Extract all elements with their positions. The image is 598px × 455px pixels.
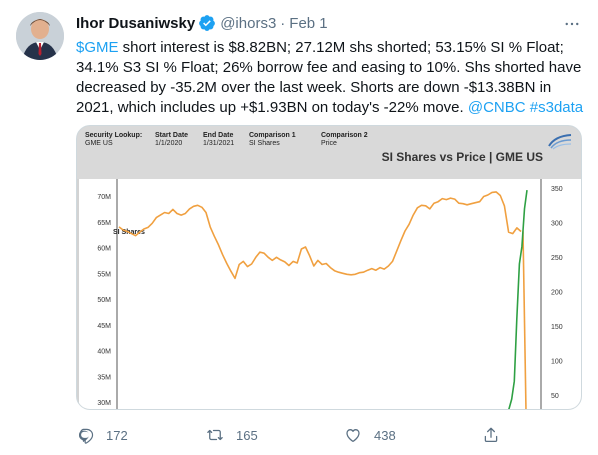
y-left-tick-label: 30M bbox=[97, 400, 111, 407]
lookup-start-date: Start Date 1/1/2020 bbox=[155, 132, 188, 148]
lookup-value: 1/31/2021 bbox=[203, 140, 235, 147]
si-shares-line bbox=[118, 191, 522, 280]
chart-title: SI Shares vs Price | GME US bbox=[381, 150, 543, 164]
mention-link[interactable]: @CNBC bbox=[468, 99, 526, 116]
price-line bbox=[508, 189, 528, 409]
si-shares-drop-line bbox=[522, 231, 527, 409]
y-right-tick-label: 200 bbox=[551, 290, 563, 297]
lookup-value: SI Shares bbox=[249, 140, 280, 147]
lookup-header: Start Date bbox=[155, 132, 189, 139]
lookup-value: Price bbox=[321, 140, 337, 147]
retweet-button[interactable]: 165 bbox=[206, 422, 258, 448]
chart-lookup-bar: Security Lookup: GME US Start Date 1/1/2… bbox=[77, 126, 581, 179]
y-left-tick-label: 65M bbox=[97, 220, 111, 227]
y-right-tick-label: 250 bbox=[551, 255, 563, 262]
tweet-text: $GME short interest is $8.82BN; 27.12M s… bbox=[76, 38, 588, 118]
y-left-tick-label: 50M bbox=[97, 297, 111, 304]
hashtag-link[interactable]: #s3data bbox=[530, 99, 583, 116]
share-button[interactable] bbox=[482, 422, 512, 448]
tweet-date[interactable]: Feb 1 bbox=[289, 15, 327, 32]
retweet-icon bbox=[207, 429, 223, 441]
chart-plot: 70M 65M 60M 55M 50M 45M 40M 35M 30M 350 300 250 200 1… bbox=[79, 179, 581, 409]
lookup-header: End Date bbox=[203, 132, 234, 139]
like-count: 438 bbox=[374, 427, 396, 443]
lookup-header: Security Lookup: bbox=[85, 132, 143, 139]
author-handle[interactable]: @ihors3 bbox=[220, 15, 276, 32]
reply-button[interactable]: 172 bbox=[76, 422, 128, 448]
lookup-security: Security Lookup: GME US bbox=[85, 132, 142, 148]
like-button[interactable]: 438 bbox=[344, 422, 396, 448]
author-name[interactable]: Ihor Dusaniwsky bbox=[76, 15, 195, 32]
tweet-media-image[interactable]: Security Lookup: GME US Start Date 1/1/2… bbox=[76, 125, 582, 410]
tweet-header: Ihor Dusaniwsky @ihors3 · Feb 1 bbox=[76, 12, 328, 34]
lookup-comparison-2: Comparison 2 Price bbox=[321, 132, 368, 148]
share-icon bbox=[484, 427, 498, 443]
cashtag-link[interactable]: $GME bbox=[76, 39, 119, 56]
lookup-header: Comparison 2 bbox=[321, 132, 368, 139]
y-right-tick-label: 50 bbox=[551, 393, 559, 400]
like-icon bbox=[346, 429, 360, 443]
y-left-tick-label: 40M bbox=[97, 349, 111, 356]
y-left-tick-label: 45M bbox=[97, 323, 111, 330]
y-right-tick-label: 100 bbox=[551, 359, 563, 366]
y-right-tick-label: 300 bbox=[551, 221, 563, 228]
y-left-tick-label: 60M bbox=[97, 246, 111, 253]
tweet-actions: 172 165 438 bbox=[76, 422, 588, 448]
lookup-value: GME US bbox=[85, 140, 113, 147]
y-right-tick-label: 350 bbox=[551, 186, 563, 193]
lookup-end-date: End Date 1/31/2021 bbox=[203, 132, 234, 148]
avatar-portrait-icon bbox=[16, 12, 64, 60]
y-right-tick-label: 150 bbox=[551, 324, 563, 331]
reply-icon bbox=[78, 428, 94, 444]
more-icon[interactable] bbox=[560, 12, 584, 36]
retweet-count: 165 bbox=[236, 427, 258, 443]
s3-logo-icon bbox=[548, 134, 572, 150]
y-left-tick-label: 35M bbox=[97, 374, 111, 381]
avatar[interactable] bbox=[16, 12, 64, 60]
lookup-value: 1/1/2020 bbox=[155, 140, 183, 147]
header-separator: · bbox=[280, 14, 286, 32]
lookup-header: Comparison 1 bbox=[249, 132, 296, 139]
lookup-comparison-1: Comparison 1 SI Shares bbox=[249, 132, 296, 148]
chart-svg: 70M 65M 60M 55M 50M 45M 40M 35M 30M 350 300 250 200 1… bbox=[97, 179, 563, 409]
verified-badge-icon bbox=[198, 14, 216, 32]
y-left-tick-label: 70M bbox=[97, 194, 111, 201]
y-left-tick-label: 55M bbox=[97, 271, 111, 278]
reply-count: 172 bbox=[106, 427, 128, 443]
